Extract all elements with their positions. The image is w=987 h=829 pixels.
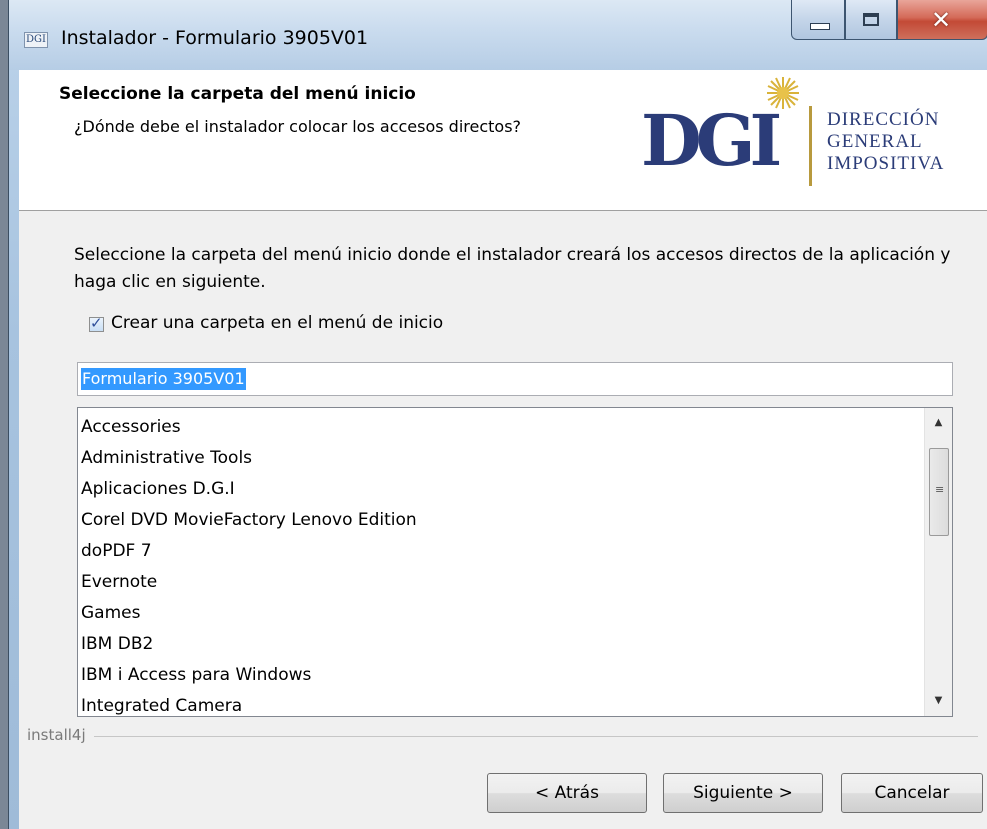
instructions-text: Seleccione la carpeta del menú inicio do…	[74, 245, 951, 292]
vertical-scrollbar[interactable]: ▲ ≡ ▼	[924, 408, 952, 716]
cancel-button[interactable]: Cancelar	[841, 773, 983, 813]
folder-name-value: Formulario 3905V01	[81, 368, 246, 390]
maximize-icon	[863, 13, 879, 26]
header-panel: Seleccione la carpeta del menú inicio ¿D…	[19, 70, 987, 211]
list-item[interactable]: IBM i Access para Windows	[81, 660, 417, 691]
brand-label: install4j	[27, 726, 94, 744]
folder-list[interactable]: Accessories Administrative Tools Aplicac…	[77, 407, 953, 717]
next-button[interactable]: Siguiente >	[663, 773, 823, 813]
logo-letters: DGI	[641, 99, 782, 182]
list-item[interactable]: Aplicaciones D.G.I	[81, 474, 417, 505]
list-item[interactable]: Corel DVD MovieFactory Lenovo Edition	[81, 505, 417, 536]
folder-list-items: Accessories Administrative Tools Aplicac…	[81, 412, 417, 716]
page-subtitle: ¿Dónde debe el instalador colocar los ac…	[74, 117, 522, 136]
client-area: Seleccione la carpeta del menú inicio ¿D…	[19, 70, 987, 829]
scrollbar-thumb[interactable]: ≡	[929, 448, 949, 536]
brand-separator: install4j	[19, 726, 987, 746]
list-item[interactable]: IBM DB2	[81, 629, 417, 660]
scroll-up-arrow-icon[interactable]: ▲	[925, 410, 952, 436]
minimize-icon	[810, 23, 830, 30]
list-item[interactable]: Integrated Camera	[81, 691, 417, 716]
folder-name-input[interactable]: Formulario 3905V01	[77, 362, 953, 396]
list-item[interactable]: Administrative Tools	[81, 443, 417, 474]
logo-line-2: GENERAL	[827, 131, 923, 152]
separator-line	[27, 736, 978, 737]
scroll-down-arrow-icon[interactable]: ▼	[925, 688, 952, 714]
list-item[interactable]: Games	[81, 598, 417, 629]
list-item[interactable]: doPDF 7	[81, 536, 417, 567]
create-folder-checkbox[interactable]	[89, 314, 104, 332]
page-title: Seleccione la carpeta del menú inicio	[59, 84, 416, 104]
back-button[interactable]: < Atrás	[487, 773, 647, 813]
create-folder-label[interactable]: Crear una carpeta en el menú de inicio	[111, 313, 443, 333]
list-item[interactable]: Evernote	[81, 567, 417, 598]
logo-text: DIRECCIÓN GENERAL IMPOSITIVA	[827, 109, 944, 175]
dgi-logo: DGI DIRECCIÓN GENERAL IMPOSITIVA	[641, 76, 981, 186]
window-title: Instalador - Formulario 3905V01	[61, 27, 369, 49]
app-icon: DGI	[24, 32, 48, 48]
logo-line-3: IMPOSITIVA	[827, 153, 945, 174]
minimize-button[interactable]	[791, 0, 845, 40]
maximize-button[interactable]	[845, 0, 897, 40]
list-item[interactable]: Accessories	[81, 412, 417, 443]
installer-window: DGI Instalador - Formulario 3905V01 ✕ Se…	[8, 0, 987, 829]
logo-divider	[809, 106, 812, 186]
grip-icon: ≡	[935, 483, 945, 496]
logo-line-1: DIRECCIÓN	[827, 109, 940, 130]
close-icon: ✕	[931, 6, 952, 34]
title-bar[interactable]: DGI Instalador - Formulario 3905V01 ✕	[9, 0, 987, 70]
close-button[interactable]: ✕	[897, 0, 987, 40]
